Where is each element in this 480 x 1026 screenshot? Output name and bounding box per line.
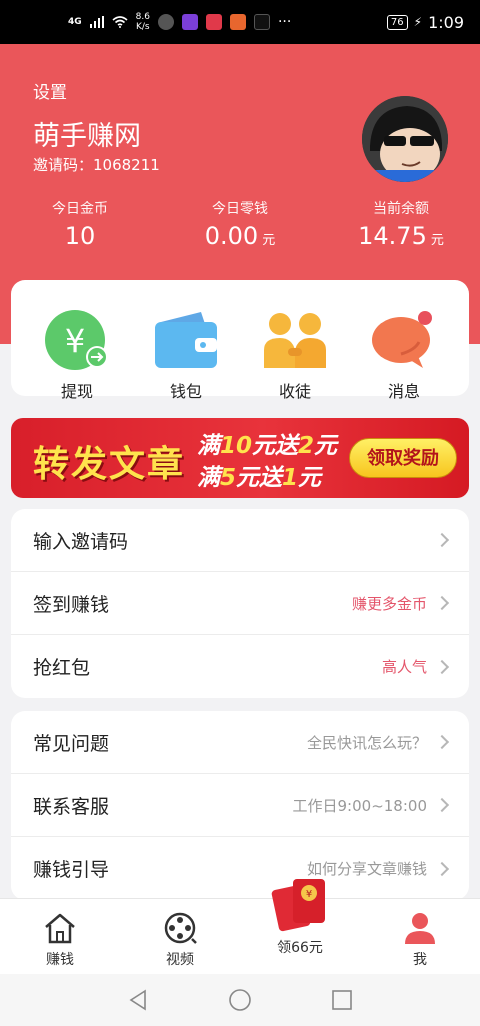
stat-balance: 当前余额 14.75 元 bbox=[358, 201, 444, 250]
menu-item-red-packet[interactable]: 抢红包 高人气 bbox=[11, 635, 469, 698]
tab-me[interactable]: 我 bbox=[380, 911, 460, 969]
red-envelope-icon: ¥ bbox=[269, 877, 331, 933]
quick-messages[interactable]: 消息 bbox=[354, 310, 454, 402]
home-nav-icon[interactable] bbox=[228, 988, 252, 1012]
clock: 1:09 bbox=[428, 12, 464, 32]
avatar[interactable] bbox=[362, 96, 448, 182]
menu-item-invite-code[interactable]: 输入邀请码 bbox=[11, 509, 469, 572]
svg-text:¥: ¥ bbox=[65, 322, 85, 360]
app-notification-icon bbox=[229, 14, 246, 30]
chevron-right-icon bbox=[434, 734, 450, 750]
banner-offer-2: 满5元送1元 bbox=[197, 465, 322, 491]
home-icon bbox=[42, 911, 78, 945]
svg-text:¥: ¥ bbox=[306, 889, 312, 900]
settings-link[interactable]: 设置 bbox=[33, 78, 67, 103]
charging-icon: ⚡ bbox=[413, 15, 423, 29]
battery-indicator: 76 bbox=[386, 14, 408, 30]
people-icon bbox=[262, 310, 328, 370]
back-icon[interactable] bbox=[126, 988, 150, 1012]
chevron-right-icon bbox=[434, 861, 450, 876]
film-reel-icon bbox=[162, 911, 198, 945]
menu-group-help: 常见问题 全民快讯怎么玩？ 联系客服 工作日9:00~18:00 赚钱引导 如何… bbox=[11, 711, 469, 900]
quick-wallet[interactable]: 钱包 bbox=[136, 310, 236, 402]
invite-code: 邀请码：1068211 bbox=[33, 156, 160, 174]
net-speed: 8.6 K/s bbox=[135, 12, 150, 32]
app-notification-icon bbox=[181, 14, 198, 30]
menu-item-customer-service[interactable]: 联系客服 工作日9:00~18:00 bbox=[11, 774, 469, 837]
more-notifications-icon: ··· bbox=[277, 14, 292, 30]
quick-withdraw-label: 提现 bbox=[60, 382, 93, 401]
quick-recruit-label: 收徒 bbox=[278, 382, 311, 401]
user-name: 萌手赚网 bbox=[33, 121, 141, 152]
bottom-tab-bar: 赚钱 视频 ¥ 领66元 我 bbox=[0, 879, 480, 974]
tab-claim-66[interactable]: ¥ 领66元 bbox=[260, 877, 340, 957]
claim-reward-button[interactable]: 领取奖励 bbox=[349, 438, 457, 478]
system-nav-bar bbox=[0, 974, 480, 1026]
menu-item-earning-guide[interactable]: 赚钱引导 如何分享文章赚钱 bbox=[11, 837, 469, 900]
banner-offer-1: 满10元送2元 bbox=[197, 433, 338, 459]
app-notification-icon bbox=[157, 14, 174, 30]
tiktok-icon bbox=[253, 14, 270, 30]
chevron-right-icon bbox=[434, 659, 450, 674]
quick-messages-label: 消息 bbox=[387, 382, 420, 401]
tab-video[interactable]: 视频 bbox=[140, 911, 220, 969]
chevron-right-icon bbox=[434, 532, 450, 548]
avatar-image bbox=[362, 96, 448, 182]
quick-wallet-label: 钱包 bbox=[169, 382, 202, 401]
tab-earn[interactable]: 赚钱 bbox=[20, 911, 100, 969]
share-article-banner[interactable]: 转发文章 满10元送2元 满5元送1元 领取奖励 bbox=[11, 418, 469, 498]
wifi-icon bbox=[112, 16, 128, 28]
recents-icon[interactable] bbox=[330, 988, 354, 1012]
wallet-icon bbox=[153, 310, 219, 370]
network-indicator: 4G bbox=[68, 17, 82, 27]
user-icon bbox=[402, 911, 438, 945]
quick-actions-card: ¥ 提现 钱包 收徒 消息 bbox=[11, 280, 469, 401]
chevron-right-icon bbox=[434, 595, 450, 611]
menu-group-earn: 输入邀请码 签到赚钱 赚更多金币 抢红包 高人气 bbox=[11, 509, 469, 698]
stat-today-change: 今日零钱 0.00 元 bbox=[204, 201, 276, 250]
chevron-right-icon bbox=[434, 797, 450, 813]
message-icon bbox=[371, 310, 437, 370]
stat-today-coins: 今日金币 10 bbox=[52, 201, 108, 250]
quick-recruit[interactable]: 收徒 bbox=[245, 310, 345, 402]
menu-item-faq[interactable]: 常见问题 全民快讯怎么玩？ bbox=[11, 711, 469, 774]
banner-title: 转发文章 bbox=[33, 444, 186, 485]
menu-item-checkin[interactable]: 签到赚钱 赚更多金币 bbox=[11, 572, 469, 635]
quick-withdraw[interactable]: ¥ 提现 bbox=[27, 310, 127, 402]
signal-icon bbox=[89, 16, 104, 28]
app-notification-icon bbox=[205, 14, 222, 30]
yuan-withdraw-icon: ¥ bbox=[44, 310, 110, 370]
status-bar: 4G 8.6 K/s ··· 76 ⚡ 1:09 bbox=[0, 0, 480, 44]
